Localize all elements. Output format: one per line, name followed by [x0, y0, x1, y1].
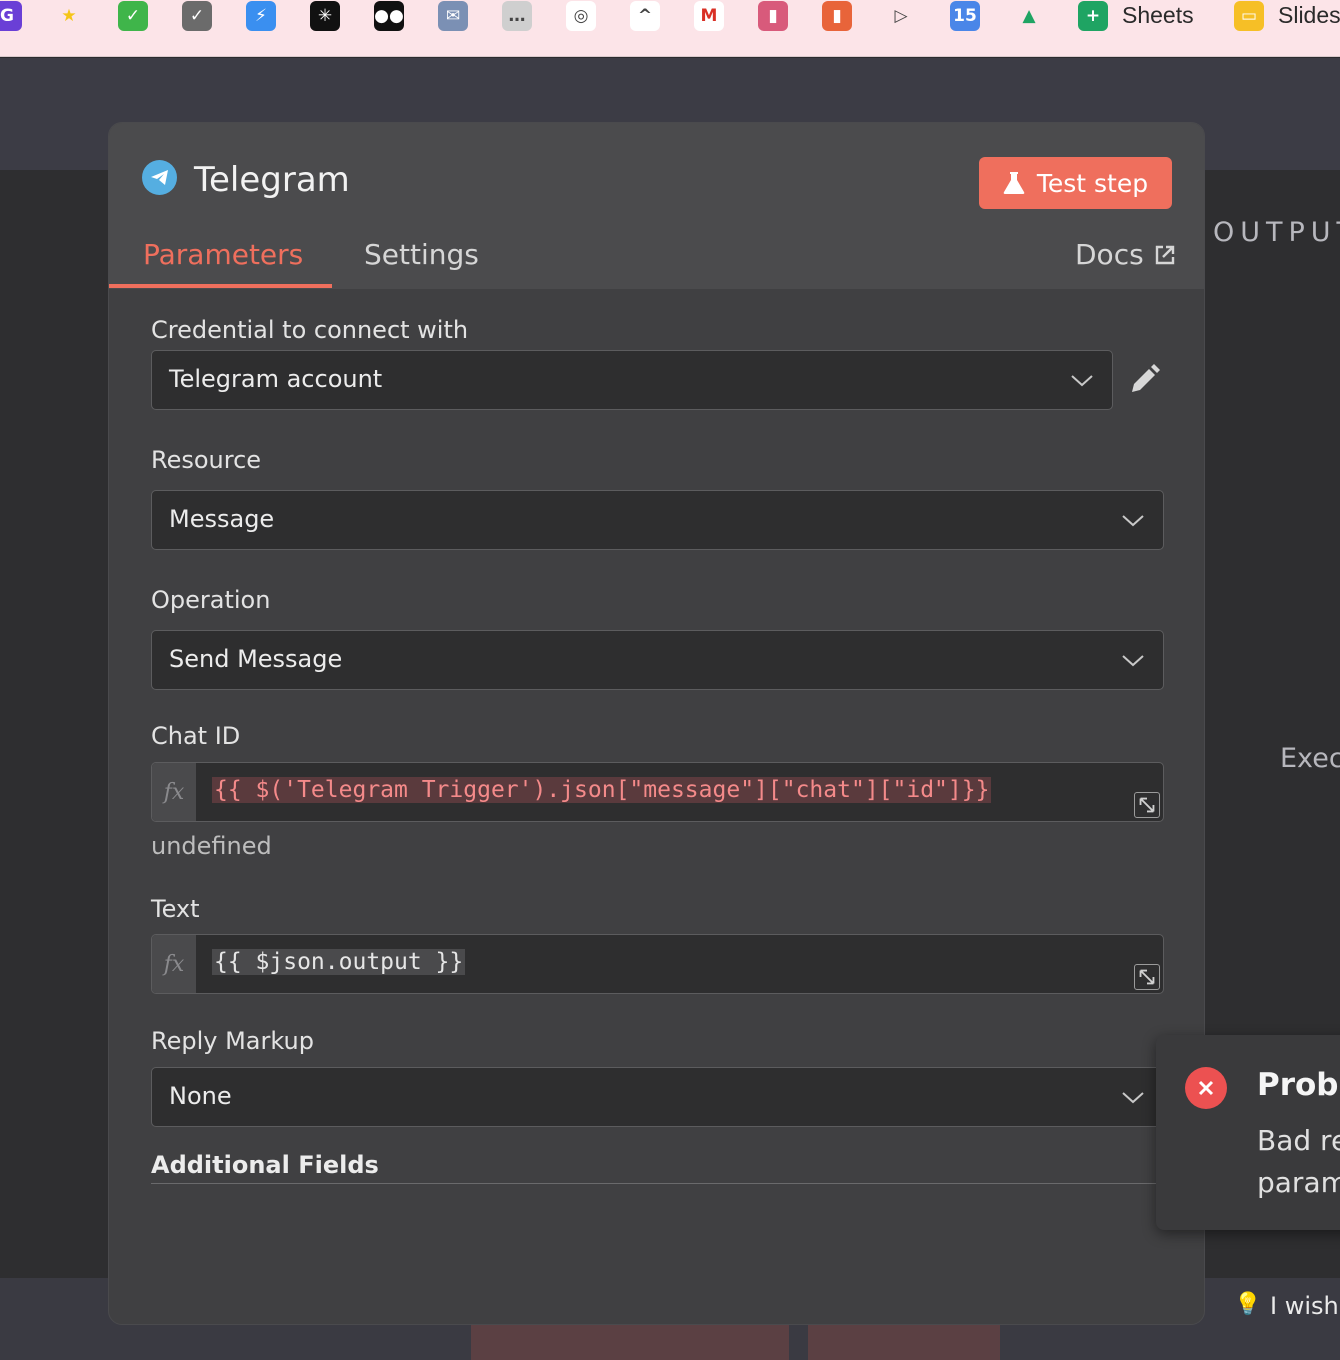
medium-icon[interactable]: ●● [374, 1, 404, 31]
play-icon[interactable]: ▷ [886, 1, 916, 31]
resource-value: Message [169, 505, 275, 533]
star-icon[interactable]: ★ [54, 1, 84, 31]
slides-icon[interactable]: ▭ [1234, 1, 1264, 31]
clickup-icon[interactable]: ^ [630, 1, 660, 31]
test-step-button[interactable]: Test step [979, 157, 1172, 209]
expand-editor-icon[interactable] [1134, 792, 1160, 818]
pencil-icon[interactable] [1127, 363, 1161, 397]
bolt-icon[interactable]: ⚡ [246, 1, 276, 31]
reply-markup-select[interactable]: None [151, 1067, 1164, 1127]
expand-editor-icon[interactable] [1134, 964, 1160, 990]
bookmarks-bar: G ★ ✓ ✓ ⚡ ✳ ●● ✉ … ◎ ^ M ▮ ▮ ▷ 15 ▲ + ▭ Sheets Slides [0, 0, 1340, 57]
chevron-down-icon [1122, 1092, 1144, 1104]
bookmark-slides-label[interactable]: Slides [1278, 2, 1340, 29]
openai-icon[interactable]: ◎ [566, 1, 596, 31]
output-panel-status: Exec [1280, 743, 1340, 774]
error-toast[interactable]: Probl Bad re param [1156, 1035, 1340, 1230]
lightbulb-icon: 💡 [1234, 1292, 1262, 1317]
reply-markup-label: Reply Markup [151, 1027, 314, 1055]
gmail-icon[interactable]: M [694, 1, 724, 31]
chevron-down-icon [1071, 375, 1093, 387]
credential-select[interactable]: Telegram account [151, 350, 1113, 410]
perplexity-icon[interactable]: ✳ [310, 1, 340, 31]
input-panel [0, 170, 108, 1278]
external-link-icon [1155, 245, 1174, 264]
sheets-icon[interactable]: + [1078, 1, 1108, 31]
tab-parameters[interactable]: Parameters [143, 238, 303, 271]
chat-id-expression: {{ $('Telegram Trigger').json["message"]… [212, 777, 992, 803]
docs-link[interactable]: Docs [1075, 238, 1176, 271]
operation-select[interactable]: Send Message [151, 630, 1164, 690]
operation-value: Send Message [169, 645, 343, 673]
test-step-label: Test step [1036, 168, 1149, 198]
toast-message: Bad re [1257, 1124, 1340, 1157]
chat-id-preview: undefined [151, 832, 272, 860]
feedback-prompt[interactable]: I wish [1270, 1292, 1339, 1320]
calendar-icon[interactable]: 15 [950, 1, 980, 31]
divider [151, 1183, 1164, 1184]
text-label: Text [151, 895, 200, 923]
docs-label: Docs [1075, 238, 1144, 271]
tab-settings[interactable]: Settings [364, 238, 479, 271]
pages-icon[interactable]: ▮ [758, 1, 788, 31]
resource-label: Resource [151, 446, 262, 474]
resource-select[interactable]: Message [151, 490, 1164, 550]
text-expression: {{ $json.output }} [212, 949, 466, 975]
drive-icon[interactable]: ▲ [1014, 1, 1044, 31]
gray-check-icon[interactable]: ✓ [182, 1, 212, 31]
credential-value: Telegram account [169, 365, 383, 393]
chat-bubble-icon[interactable]: … [502, 1, 532, 31]
chevron-down-icon [1122, 655, 1144, 667]
telegram-icon [142, 160, 177, 195]
mail-tray-icon[interactable]: ✉ [438, 1, 468, 31]
chevron-down-icon [1122, 515, 1144, 527]
operation-label: Operation [151, 586, 271, 614]
active-tab-indicator [109, 284, 332, 288]
green-check-icon[interactable]: ✓ [118, 1, 148, 31]
additional-fields-heading: Additional Fields [151, 1151, 379, 1179]
flask-icon [1003, 172, 1025, 194]
output-panel-title: OUTPUT [1213, 217, 1340, 248]
fx-icon: fx [152, 935, 196, 993]
fx-icon: fx [152, 763, 196, 821]
reply-markup-value: None [169, 1082, 232, 1110]
bookmark-app-icon[interactable]: ▮ [822, 1, 852, 31]
toast-message: param [1257, 1166, 1340, 1199]
credential-label: Credential to connect with [151, 316, 469, 344]
toast-title: Probl [1257, 1067, 1340, 1103]
bookmark-sheets-label[interactable]: Sheets [1122, 2, 1194, 29]
grammarly-icon[interactable]: G [0, 1, 22, 31]
modal-header: Telegram Test step Parameters Settings D… [109, 123, 1204, 289]
chat-id-label: Chat ID [151, 722, 241, 750]
error-icon [1185, 1067, 1227, 1109]
node-title[interactable]: Telegram [194, 160, 350, 200]
text-expression-input[interactable]: fx {{ $json.output }} [151, 934, 1164, 994]
node-settings-modal: Telegram Test step Parameters Settings D… [108, 122, 1205, 1325]
chat-id-expression-input[interactable]: fx {{ $('Telegram Trigger').json["messag… [151, 762, 1164, 822]
